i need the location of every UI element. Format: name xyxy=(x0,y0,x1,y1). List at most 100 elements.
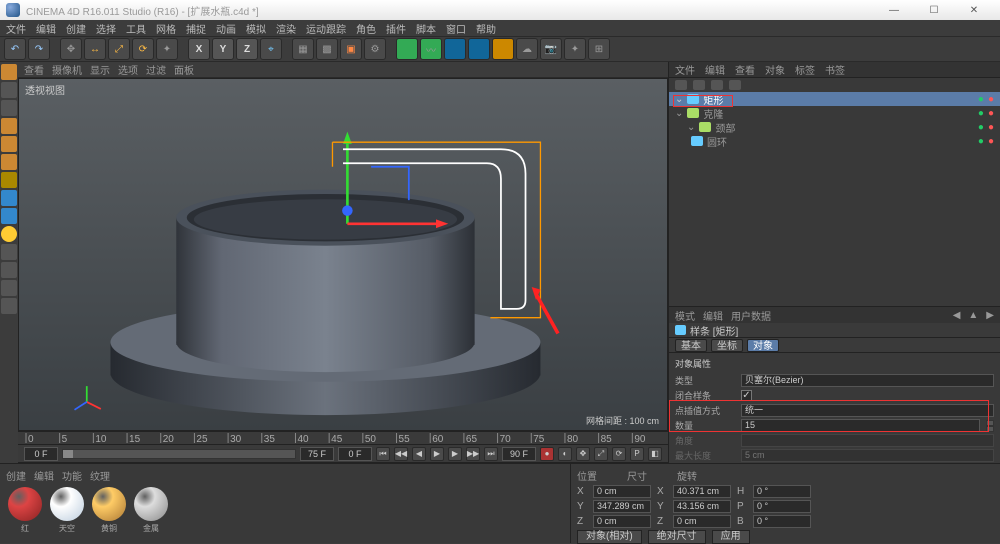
axis-mode-button[interactable] xyxy=(1,172,17,188)
render-settings-button[interactable]: ⚙ xyxy=(364,38,386,60)
mat-tab-create[interactable]: 创建 xyxy=(6,468,26,483)
prim-cube-button[interactable] xyxy=(396,38,418,60)
field-type[interactable]: 贝塞尔(Bezier) xyxy=(741,374,994,387)
close-button[interactable]: ✕ xyxy=(954,0,994,20)
menu-item-edit[interactable]: 编辑 xyxy=(36,21,56,36)
menu-item-render[interactable]: 渲染 xyxy=(276,21,296,36)
key-pos-button[interactable]: ✥ xyxy=(576,447,590,461)
goto-start-button[interactable]: ⏮ xyxy=(376,447,390,461)
vp-menu-options[interactable]: 选项 xyxy=(118,62,138,77)
mat-tab-tex[interactable]: 纹理 xyxy=(90,468,110,483)
prev-key-button[interactable]: ◀◀ xyxy=(394,447,408,461)
maximize-button[interactable]: ☐ xyxy=(914,0,954,20)
menu-item-mesh[interactable]: 网格 xyxy=(156,21,176,36)
subtab-object[interactable]: 对象 xyxy=(747,339,779,352)
menu-item-mocap[interactable]: 运动跟踪 xyxy=(306,21,346,36)
menu-item-window[interactable]: 窗口 xyxy=(446,21,466,36)
prim-spline-button[interactable]: 〰 xyxy=(420,38,442,60)
vp-menu-camera[interactable]: 摄像机 xyxy=(52,62,82,77)
array-button[interactable] xyxy=(468,38,490,60)
move-tool-button[interactable]: ↔ xyxy=(84,38,106,60)
coord-apply-button[interactable]: 应用 xyxy=(712,530,750,544)
rot-p[interactable]: 0 ° xyxy=(753,500,811,513)
vp-menu-filter[interactable]: 过滤 xyxy=(146,62,166,77)
vp-menu-display[interactable]: 显示 xyxy=(90,62,110,77)
make-editable-button[interactable] xyxy=(1,64,17,80)
mat-tab-func[interactable]: 功能 xyxy=(62,468,82,483)
coord-mode-a[interactable]: 对象(相对) xyxy=(577,530,642,544)
rot-b[interactable]: 0 ° xyxy=(753,515,811,528)
subtab-coord[interactable]: 坐标 xyxy=(711,339,743,352)
timeline-ruler[interactable]: 051015202530354045505560657075808590 xyxy=(18,431,668,445)
key-param-button[interactable]: P xyxy=(630,447,644,461)
range-end-field[interactable]: 90 F xyxy=(502,447,536,461)
om-tab-view[interactable]: 查看 xyxy=(735,62,755,77)
size-x[interactable]: 40.371 cm xyxy=(673,485,731,498)
menu-item-create[interactable]: 创建 xyxy=(66,21,86,36)
menu-item-simulate[interactable]: 模拟 xyxy=(246,21,266,36)
select-tool-button[interactable]: ✥ xyxy=(60,38,82,60)
play-fwd-button[interactable]: ▶ xyxy=(430,447,444,461)
key-rot-button[interactable]: ⟳ xyxy=(612,447,626,461)
nurbs-button[interactable] xyxy=(444,38,466,60)
attr-nav-fwd-icon[interactable]: ▶ xyxy=(986,310,994,321)
workplane-button[interactable] xyxy=(1,190,17,206)
size-y[interactable]: 43.156 cm xyxy=(673,500,731,513)
menu-item-select[interactable]: 选择 xyxy=(96,21,116,36)
autokey-button[interactable]: ◐ xyxy=(558,447,572,461)
menu-item-character[interactable]: 角色 xyxy=(356,21,376,36)
rot-h[interactable]: 0 ° xyxy=(753,485,811,498)
obj-row-circle[interactable]: 圆环 ●● xyxy=(669,134,1000,148)
pos-z[interactable]: 0 cm xyxy=(593,515,651,528)
attr-tab-edit[interactable]: 编辑 xyxy=(703,308,723,323)
vp-menu-view[interactable]: 查看 xyxy=(24,62,44,77)
coord-mode-b[interactable]: 绝对尺寸 xyxy=(648,530,706,544)
range-b-field[interactable]: 75 F xyxy=(300,447,334,461)
scale-tool-button[interactable]: ⤢ xyxy=(108,38,130,60)
render-pv-button[interactable]: ▣ xyxy=(340,38,362,60)
axis-x-button[interactable]: X xyxy=(188,38,210,60)
om-tab-tags[interactable]: 标签 xyxy=(795,62,815,77)
material-swatch[interactable]: 金属 xyxy=(132,487,170,535)
environment-button[interactable]: ☁ xyxy=(516,38,538,60)
next-frame-button[interactable]: ▶ xyxy=(448,447,462,461)
minimize-button[interactable]: — xyxy=(874,0,914,20)
pos-x[interactable]: 0 cm xyxy=(593,485,651,498)
menu-item-script[interactable]: 脚本 xyxy=(416,21,436,36)
prev-frame-button[interactable]: ◀ xyxy=(412,447,426,461)
viewport-solo-button[interactable] xyxy=(1,262,17,278)
obj-row-neck[interactable]: ⌄ 颈部 ●● xyxy=(669,120,1000,134)
light-button[interactable]: ✦ xyxy=(564,38,586,60)
vp-menu-panel[interactable]: 面板 xyxy=(174,62,194,77)
attr-tab-userdata[interactable]: 用户数据 xyxy=(731,308,771,323)
mat-tab-edit[interactable]: 编辑 xyxy=(34,468,54,483)
render-region-button[interactable]: ▩ xyxy=(316,38,338,60)
pos-y[interactable]: 347.289 cm xyxy=(593,500,651,513)
axis-z-button[interactable]: Z xyxy=(236,38,258,60)
om-tab-bookmark[interactable]: 书签 xyxy=(825,62,845,77)
takes-button[interactable]: ⊞ xyxy=(588,38,610,60)
object-manager[interactable]: ⌄ 矩形 ●● ⌄ 克隆 ●● ⌄ 颈部 ●● 圆环 ●● xyxy=(669,78,1000,306)
rotate-tool-button[interactable]: ⟳ xyxy=(132,38,154,60)
subtab-basic[interactable]: 基本 xyxy=(675,339,707,352)
last-tool-button[interactable]: ✦ xyxy=(156,38,178,60)
deformer-button[interactable] xyxy=(492,38,514,60)
soft-select-button[interactable] xyxy=(1,226,17,242)
record-button[interactable]: ● xyxy=(540,447,554,461)
tweak-button[interactable] xyxy=(1,244,17,260)
obj-row-cloner[interactable]: ⌄ 克隆 ●● xyxy=(669,106,1000,120)
coord-sys-button[interactable]: ⌖ xyxy=(260,38,282,60)
current-frame-field[interactable]: 0 F xyxy=(338,447,372,461)
attr-nav-back-icon[interactable]: ◀ xyxy=(953,310,961,321)
snap-button[interactable] xyxy=(1,208,17,224)
camera-button[interactable]: 📷 xyxy=(540,38,562,60)
om-tab-edit[interactable]: 编辑 xyxy=(705,62,725,77)
render-view-button[interactable]: ▦ xyxy=(292,38,314,60)
undo-button[interactable]: ↶ xyxy=(4,38,26,60)
goto-end-button[interactable]: ⏭ xyxy=(484,447,498,461)
perspective-viewport[interactable]: 透视视图 网格间距 : 100 cm xyxy=(18,78,668,431)
attr-nav-up-icon[interactable]: ▲ xyxy=(968,310,978,321)
axis-y-button[interactable]: Y xyxy=(212,38,234,60)
menu-item-tools[interactable]: 工具 xyxy=(126,21,146,36)
misc-a-button[interactable] xyxy=(1,280,17,296)
